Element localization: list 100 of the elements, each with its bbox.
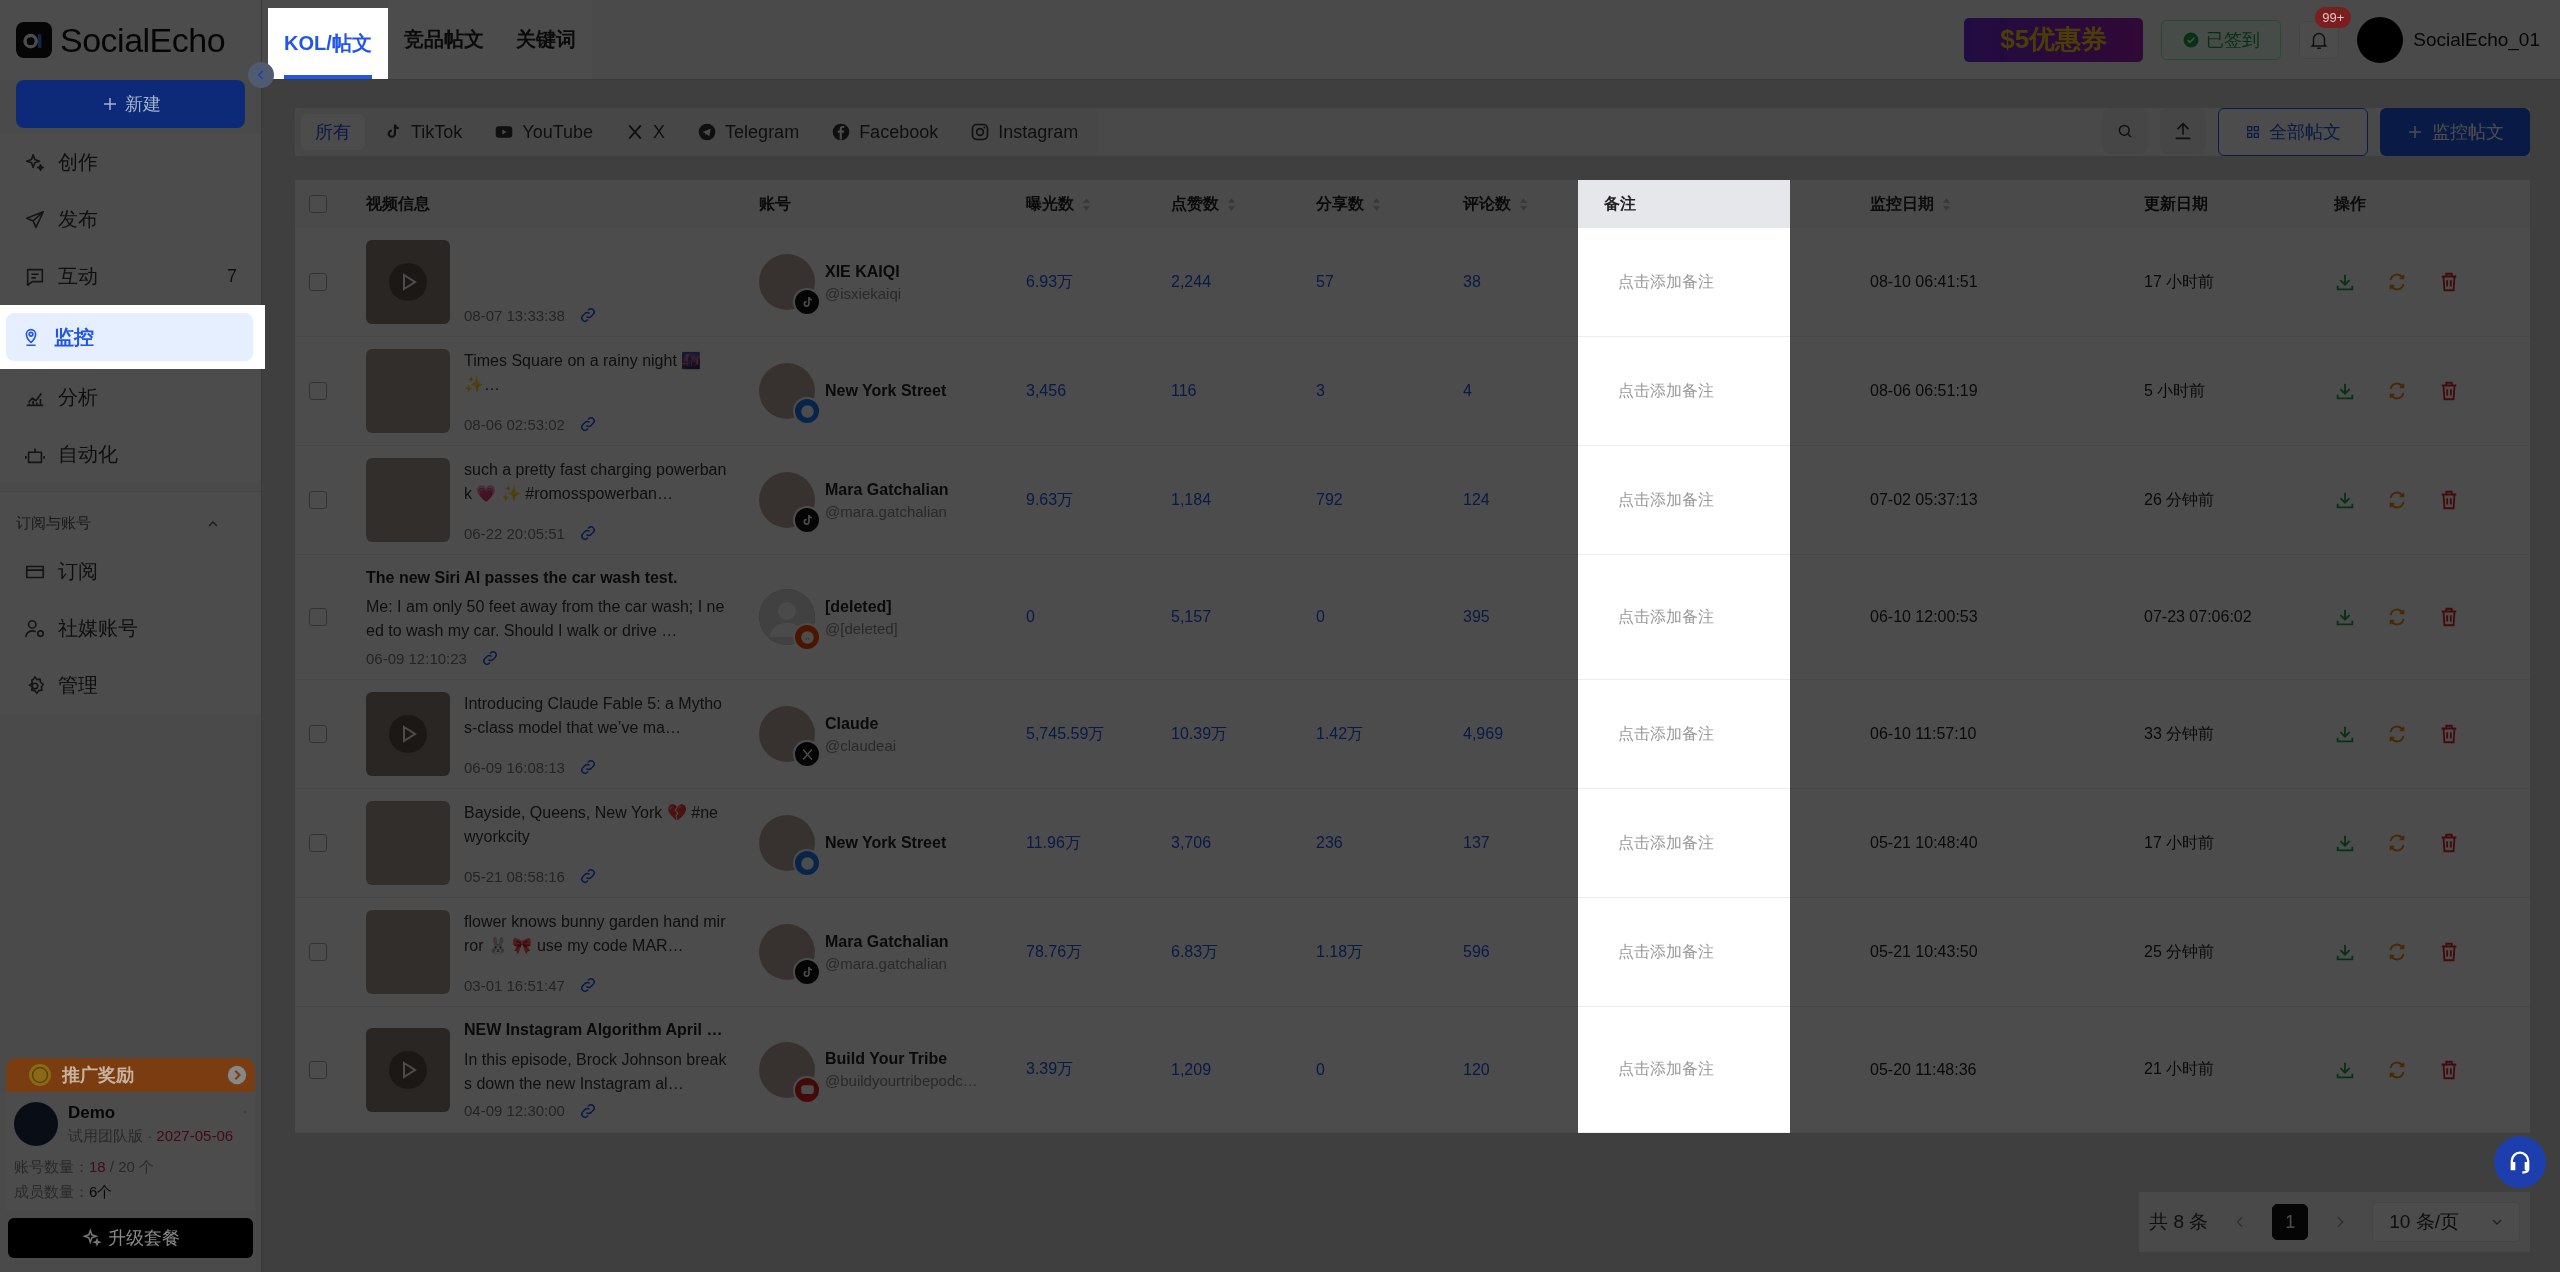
add-note-link[interactable]: 点击添加备注 [1618, 271, 1714, 293]
post-description: Times Square on a rainy night 🌆 ✨… [464, 351, 703, 395]
sidebar-item[interactable]: 订阅 [0, 543, 261, 600]
metric-value: 6.83万 [1171, 941, 1219, 962]
link-icon[interactable] [578, 1101, 597, 1120]
account-name[interactable]: Mara Gatchalian [825, 932, 949, 951]
video-thumbnail[interactable] [366, 1027, 450, 1112]
column-header: 点赞数 [1171, 193, 1219, 214]
page-button[interactable]: 1 [2272, 1204, 2309, 1240]
sidebar-item[interactable]: 社媒账号 [0, 600, 261, 657]
username: SocialEcho_01 [2413, 28, 2540, 51]
instagram-icon [970, 122, 991, 142]
metric-value: 57 [1316, 273, 1334, 291]
sidebar-item[interactable]: 监控 [6, 313, 253, 361]
add-note-link[interactable]: 点击添加备注 [1618, 606, 1714, 628]
metric-value: 9.63万 [1026, 489, 1074, 510]
post-description: such a pretty fast charging powerbank 💗 ✨ #romosspowerban… [464, 460, 727, 504]
checkbox[interactable] [309, 382, 327, 400]
add-note-link[interactable]: 点击添加备注 [1618, 380, 1714, 402]
checkbox[interactable] [309, 273, 327, 291]
add-note-link[interactable]: 点击添加备注 [1618, 832, 1714, 854]
promo-banner[interactable]: 推广奖励 [6, 1058, 255, 1092]
monitor-post-button[interactable]: 监控帖文 [2380, 108, 2530, 156]
metric-value: 3 [1316, 382, 1325, 400]
update-time: 07-23 07:06:02 [2144, 608, 2252, 627]
upgrade-button[interactable]: 升级套餐 [8, 1218, 253, 1258]
add-note-link[interactable]: 点击添加备注 [1618, 489, 1714, 511]
column-header: 账号 [759, 193, 791, 214]
account-name[interactable]: [deleted] [825, 597, 898, 616]
link-icon[interactable] [578, 867, 597, 886]
account-avatar [759, 924, 815, 981]
account-name[interactable]: New York Street [825, 382, 947, 400]
photo-placeholder[interactable] [366, 349, 450, 433]
account-name[interactable]: Mara Gatchalian [825, 480, 949, 499]
update-time: 33 分钟前 [2144, 723, 2215, 744]
metric-value: 4 [1463, 382, 1472, 400]
platform-filter[interactable]: Instagram [956, 114, 1093, 150]
all-posts-button[interactable]: 全部帖文 [2218, 108, 2368, 156]
page-size-select[interactable]: 10 条/页 [2372, 1202, 2520, 1242]
sidebar-item[interactable]: 发布 [0, 191, 261, 248]
add-note-link[interactable]: 点击添加备注 [1618, 723, 1714, 745]
reddit-icon [799, 629, 815, 645]
column-header: 评论数 [1463, 193, 1511, 214]
metric-value: 3,706 [1171, 834, 1212, 853]
new-button[interactable]: 新建 [16, 80, 245, 128]
check-in-button[interactable]: 已签到 [2161, 19, 2282, 60]
column-header: 更新日期 [2144, 193, 2208, 214]
tab[interactable]: 竞品帖文 [403, 0, 484, 79]
account-name[interactable]: XIE KAIQI [825, 262, 902, 281]
metric-value: 0 [1316, 608, 1325, 627]
column-header: 分享数 [1316, 193, 1364, 214]
account-name[interactable]: Build Your Tribe [825, 1050, 978, 1069]
checkbox[interactable] [309, 1060, 327, 1079]
check-circle-icon [2182, 30, 2201, 49]
column-header: 操作 [2334, 193, 2366, 214]
sidebar-item[interactable]: 自动化 [0, 426, 261, 483]
checkbox[interactable] [309, 834, 327, 853]
sidebar-item[interactable]: 互动 7 [0, 248, 261, 305]
link-icon[interactable] [578, 524, 597, 542]
monitor-date: 06-10 11:57:10 [1870, 725, 1977, 744]
metric-value: 124 [1463, 491, 1490, 509]
video-thumbnail[interactable] [366, 240, 450, 324]
checkbox[interactable] [309, 491, 327, 509]
checkbox[interactable] [309, 608, 327, 627]
tab[interactable]: 关键词 [515, 0, 576, 79]
photo-placeholder[interactable] [366, 458, 450, 542]
sidebar-item[interactable]: 创作 [0, 134, 261, 191]
metric-value: 1,209 [1171, 1060, 1212, 1079]
sidebar-item[interactable]: 分析 [0, 369, 261, 426]
metric-value: 0 [1026, 608, 1035, 627]
sidebar-item[interactable]: 管理 [0, 657, 261, 714]
checkbox[interactable] [309, 725, 327, 744]
photo-placeholder[interactable] [366, 801, 450, 886]
link-icon[interactable] [578, 758, 597, 777]
monitor-date: 08-06 06:51:19 [1870, 382, 1978, 400]
telegram-icon [697, 122, 718, 142]
photo-placeholder[interactable] [366, 910, 450, 995]
checkbox[interactable] [309, 943, 327, 962]
platform-filter[interactable]: 所有 [301, 114, 365, 150]
platform-filter[interactable]: TikTok [369, 114, 477, 150]
platform-filter[interactable]: Telegram [683, 114, 814, 150]
checkbox[interactable] [309, 195, 327, 213]
account-name[interactable]: Claude [825, 714, 897, 733]
account-name[interactable]: New York Street [825, 834, 947, 853]
metric-value: 3,456 [1026, 382, 1067, 400]
platform-filter[interactable]: YouTube [480, 114, 608, 150]
video-thumbnail[interactable] [366, 692, 450, 777]
platform-filter[interactable]: Facebook [817, 114, 953, 150]
link-icon[interactable] [578, 415, 597, 433]
link-icon[interactable] [578, 306, 597, 324]
notification-button[interactable] [2299, 20, 2340, 59]
update-time: 25 分钟前 [2144, 941, 2215, 962]
count-label: 7 [227, 266, 237, 287]
search-icon [2116, 122, 2134, 140]
add-note-link[interactable]: 点击添加备注 [1618, 941, 1714, 963]
add-note-link[interactable]: 点击添加备注 [1618, 1059, 1714, 1081]
link-icon[interactable] [480, 649, 499, 668]
post-title: The new Siri AI passes the car wash test. [366, 568, 679, 588]
platform-filter[interactable]: X [611, 114, 680, 150]
link-icon[interactable] [578, 976, 597, 995]
